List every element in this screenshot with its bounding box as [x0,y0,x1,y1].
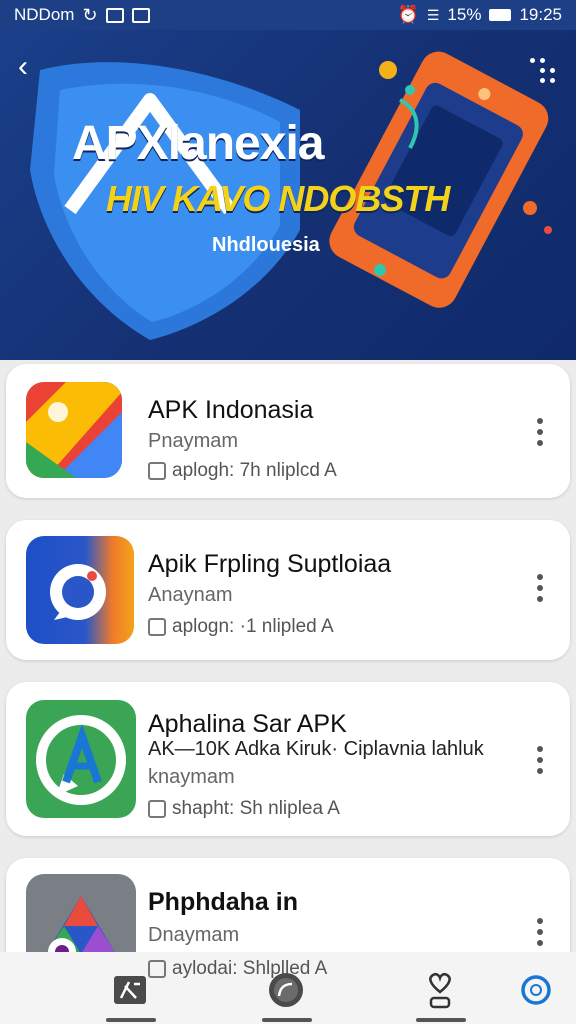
app-developer: Dnaymam [148,924,240,946]
app-card[interactable]: Apik Frpling Suptloiaa Anaynam aplogn: ·… [6,520,570,660]
sync-icon: ↻ [82,4,98,25]
hero-subtitle: HIV KAVO NDOBSTH [106,178,450,219]
more-options-icon[interactable] [534,918,546,948]
more-options-icon[interactable] [534,574,546,604]
app-meta-text: shapht: Sh nliplea A [172,798,340,819]
app-card[interactable]: Aphalina Sar APK AK—10K Adka Kiruk· Cipl… [6,682,570,836]
gallery-icon [131,7,150,23]
app-screen: NDDom ↻ ⏰ ☰ 15% 19:25 ‹ APXlanexia HIV K… [0,0,576,1024]
app-name: Aphalina Sar APK [148,710,347,738]
maps-app-icon [26,382,122,478]
app-meta: shapht: Sh nliplea A [148,798,340,820]
settings-icon [521,975,551,1005]
app-name: Phphdaha in [148,888,298,916]
profile-icon [429,972,451,1009]
app-meta: aplogn: ·1 nlipled A [148,616,334,638]
more-dots-icon[interactable] [526,56,556,86]
app-meta-text: aplogh: 7h nliplcd A [172,460,337,481]
download-icon [148,618,166,636]
wifi-signal-icon: ☰ [426,6,440,23]
nav-indicator [416,1018,466,1022]
camera-app-icon [26,536,134,644]
app-developer: Anaynam [148,584,233,606]
nav-settings[interactable] [508,962,564,1018]
battery-percent: 15% [447,5,482,24]
nav-indicator [262,1018,312,1022]
app-name: Apik Frpling Suptloiaa [148,550,392,578]
clock: 19:25 [519,5,562,24]
browser-app-icon [26,700,136,818]
app-description: AK—10K Adka Kiruk· Ciplavnia lahluk [148,738,484,760]
apps-icon [114,976,146,1004]
download-icon [148,800,166,818]
nav-indicator [106,1018,156,1022]
app-developer: knaymam [148,766,235,788]
image-icon [105,7,124,23]
carrier-label: NDDom [14,5,75,24]
battery-icon [489,9,512,21]
app-meta: aplogh: 7h nliplcd A [148,460,337,482]
app-meta-text: aplogn: ·1 nlipled A [172,616,334,637]
nav-chat[interactable] [258,962,314,1018]
app-card[interactable]: APK Indonasia Pnaymam aplogh: 7h nliplcd… [6,364,570,498]
more-options-icon[interactable] [534,418,546,448]
app-developer: Pnaymam [148,430,239,452]
chat-icon [269,973,303,1007]
status-bar: NDDom ↻ ⏰ ☰ 15% 19:25 [0,0,576,30]
hero-tagline: Nhdlouesia [212,234,320,256]
nav-apps[interactable] [102,962,158,1018]
bottom-navigation: aylodai: Shlplled A [0,952,576,1024]
nav-profile[interactable] [412,962,468,1018]
app-name: APK Indonasia [148,396,314,424]
hero-title: APXlanexia [72,117,324,170]
alarm-icon: ⏰ [397,5,419,24]
more-options-icon[interactable] [534,746,546,776]
download-icon [148,462,166,480]
back-arrow-icon[interactable]: ‹ [18,52,52,86]
hero-banner: ‹ APXlanexia HIV KAVO NDOBSTH Nhdlouesia [0,30,576,360]
